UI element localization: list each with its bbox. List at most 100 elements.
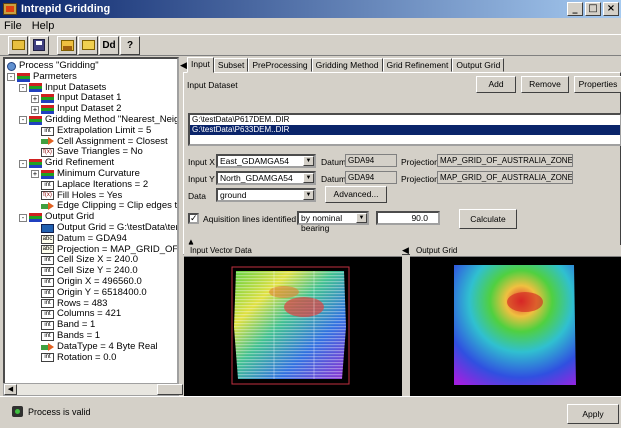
dataset-list[interactable]: G:\testData\P617DEM..DIR G:\testData\P63… [188,113,621,146]
tree-node[interactable]: int Extrapolation Limit = 5 [7,124,177,137]
integer-icon: int [41,331,54,341]
minimize-button[interactable]: _ [567,2,583,16]
scroll-thumb[interactable] [157,384,183,395]
data-value: ground [220,190,247,200]
enum-icon [41,202,54,211]
integer-icon: int [41,126,54,136]
aquisition-checkbox[interactable]: ✓ [188,213,199,224]
help-button[interactable]: ? [120,35,140,55]
output-grid-pane: Output Grid [410,245,621,396]
enum-icon [41,137,54,146]
expand-icon[interactable]: + [31,94,39,103]
tree-node[interactable]: int Origin Y = 6518400.0 [7,287,177,299]
tree-node-label: Laplace Iterations = 2 [57,178,149,190]
input-y-select[interactable]: North_GDAMGA54 ▼ [216,171,316,185]
app-icon [3,3,17,15]
grid-high [507,292,543,312]
data-select[interactable]: ground ▼ [216,188,316,202]
dataset-list-item[interactable]: G:\testData\P617DEM..DIR [190,115,620,125]
tree-node[interactable]: abc Datum = GDA94 [7,232,177,245]
output-file-icon [41,223,54,233]
chevron-down-icon[interactable]: ▼ [303,173,314,183]
disk-icon [33,39,45,51]
close-button[interactable]: × [603,2,619,16]
maximize-button[interactable]: □ [585,2,601,16]
tree-node[interactable]: int Laplace Iterations = 2 [7,178,177,191]
input-dataset-label: Input Dataset [187,80,238,90]
toolbar: Dd ? [0,34,621,56]
projection-y-label: Projection [401,174,439,184]
open-folder-icon [60,39,74,51]
input-x-select[interactable]: East_GDAMGA54 ▼ [216,154,316,168]
parameter-group-icon [29,213,42,223]
tab-input[interactable]: Input [187,57,214,73]
tree-node[interactable]: - Parmeters [7,71,177,83]
grid-surface [454,265,576,385]
tree-node-label: Rotation = 0.0 [57,351,117,363]
parameter-tree[interactable]: Process "Gridding" - Parmeters - Input Datas… [3,57,179,396]
tab-gridding-method[interactable]: Gridding Method [311,58,383,72]
input-y-label: Input Y [188,174,215,184]
tab-grid-refinement[interactable]: Grid Refinement [382,58,453,72]
collapse-icon[interactable]: - [7,73,15,82]
chevron-down-icon[interactable]: ▼ [303,190,314,200]
pane-divider-arrow-icon[interactable]: ◀ [402,245,409,256]
properties-button[interactable]: Properties [574,76,621,93]
add-button[interactable]: Add [476,76,516,93]
input-vector-pane: Input Vector Data [184,245,402,396]
save-button[interactable] [29,35,49,55]
menu-help[interactable]: Help [32,20,55,32]
calculate-button[interactable]: Calculate [459,209,517,229]
bearing-input[interactable]: 90.0 [376,211,440,225]
advanced-button[interactable]: Advanced... [325,186,387,203]
output-grid-view[interactable] [410,257,621,396]
open-dataset-button[interactable] [57,35,77,55]
remove-button[interactable]: Remove [521,76,569,93]
integer-icon: int [41,353,54,363]
tab-preprocessing[interactable]: PreProcessing [248,58,312,72]
title-bar: Intrepid Gridding _ □ × [0,0,621,18]
tab-subset[interactable]: Subset [213,58,249,72]
collapse-icon[interactable]: - [19,116,27,125]
input-x-value: East_GDAMGA54 [220,156,289,166]
integer-icon: int [41,180,54,190]
input-vector-view[interactable] [184,257,402,396]
scroll-left-button[interactable]: ◀ [4,384,17,395]
collapse-icon[interactable]: - [19,83,27,92]
tree-node[interactable]: DataType = 4 Byte Real [7,341,177,353]
aquisition-label: Aquisition lines identified by [203,214,308,224]
window-title: Intrepid Gridding [21,3,111,15]
expand-icon[interactable]: + [31,170,39,179]
enum-icon [41,342,54,352]
input-vector-title: Input Vector Data [184,245,402,257]
apply-button[interactable]: Apply [567,404,619,424]
tree-horizontal-scrollbar[interactable]: ◀ ▶ [3,383,183,396]
chevron-down-icon[interactable]: ▼ [303,156,314,166]
projection-y-field: MAP_GRID_OF_AUSTRALIA_ZONE_54 [437,171,573,184]
aquisition-select[interactable]: by nominal bearing ▼ [297,211,369,233]
tree-node-label: Extrapolation Limit = 5 [57,124,152,136]
tree-node-label: Datum = GDA94 [57,232,127,244]
parameter-group-icon [29,115,42,125]
expand-icon[interactable]: + [31,105,39,114]
collapse-left-arrow-icon[interactable]: ◀ [180,60,187,71]
main-panel: ◀ Input Subset PreProcessing Gridding Me… [180,57,621,396]
integer-icon: int [41,321,54,331]
dataset-list-item-selected[interactable]: G:\testData\P633DEM..DIR [190,125,620,135]
tree-node[interactable]: int Rotation = 0.0 [7,351,177,364]
batch-button[interactable] [78,35,98,55]
parameter-group-icon [41,169,54,179]
parameter-group-icon [41,94,54,104]
dd-button[interactable]: Dd [99,35,119,55]
chevron-down-icon[interactable]: ▼ [356,213,367,223]
datum-x-field: GDA94 [345,154,397,167]
tab-output-grid[interactable]: Output Grid [452,58,505,72]
integer-icon: int [41,277,54,287]
menu-file[interactable]: File [4,20,22,32]
parameter-group-icon [29,83,42,93]
open-button[interactable] [8,35,28,55]
datum-x-label: Datum [321,157,347,167]
integer-icon: int [41,267,54,277]
collapse-icon[interactable]: - [19,213,27,222]
collapse-icon[interactable]: - [19,159,27,168]
